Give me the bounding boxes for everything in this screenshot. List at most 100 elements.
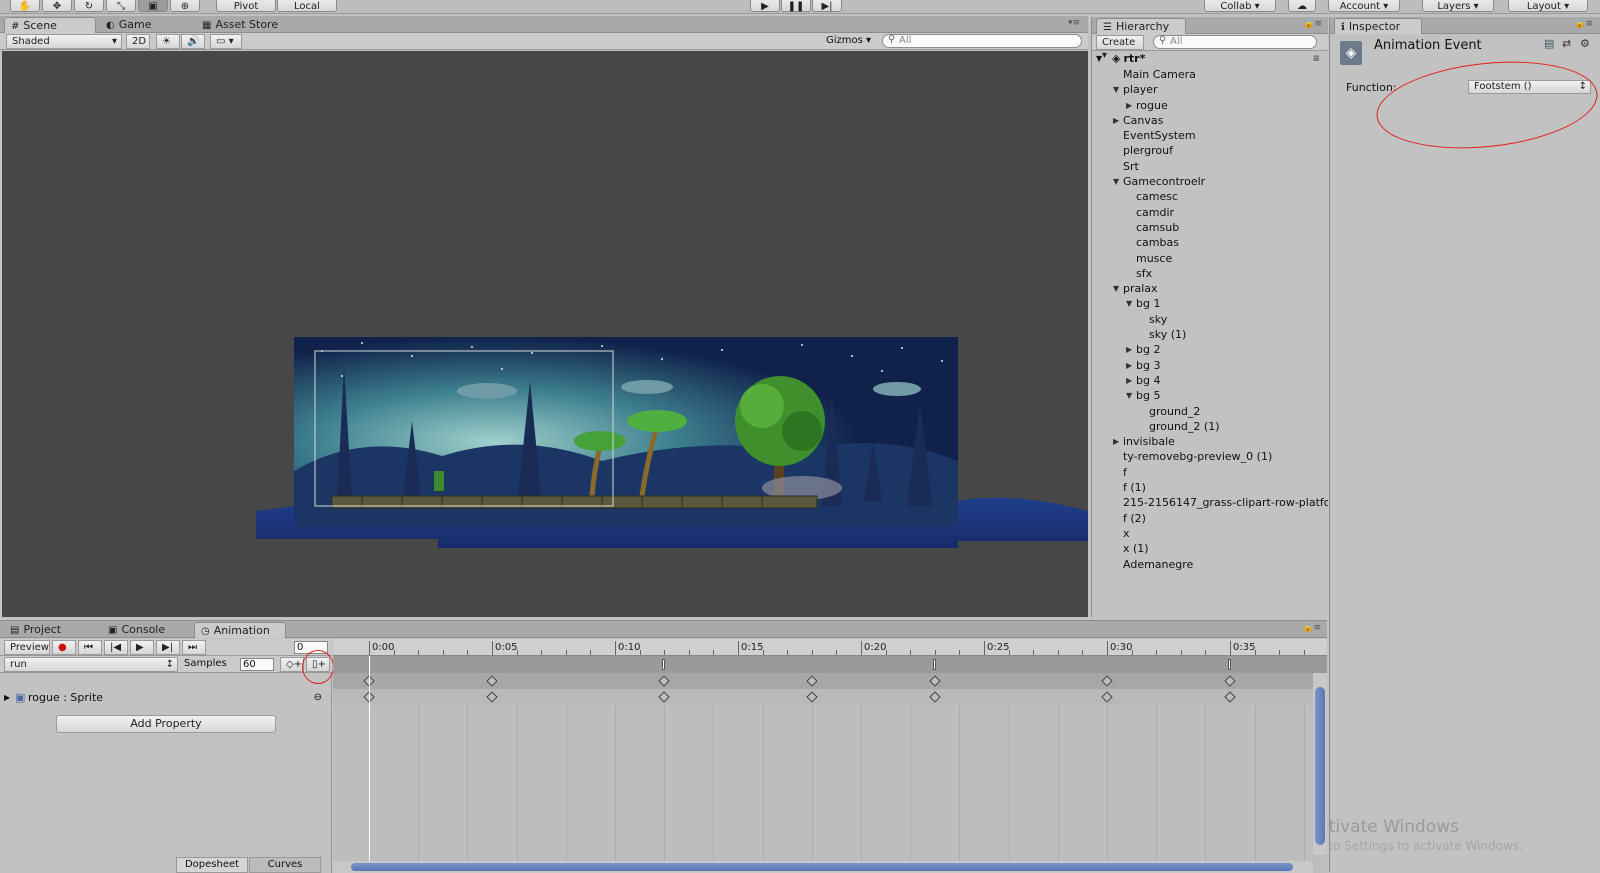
hierarchy-item[interactable]: ▼ bg 1	[1092, 296, 1328, 311]
layers-dropdown[interactable]: Layers ▾	[1422, 0, 1494, 12]
next-key-button[interactable]: ▶|	[156, 640, 180, 655]
event-row[interactable]	[333, 656, 1327, 673]
hierarchy-item[interactable]: ▶ rogue	[1092, 98, 1328, 113]
property-menu-icon[interactable]: ⊖	[314, 690, 322, 706]
hierarchy-item[interactable]: ▼ player	[1092, 82, 1328, 97]
vertical-scrollbar-thumb[interactable]	[1315, 687, 1325, 845]
hierarchy-item[interactable]: f (2)	[1092, 511, 1328, 526]
time-ruler[interactable]: 0:00 0:05 0:10 0:15 0:20 0:25 0:30 0:35	[333, 639, 1327, 656]
panel-menu-icon[interactable]: ▾≡	[1068, 18, 1080, 28]
play-button[interactable]: ▶	[750, 0, 780, 12]
hierarchy-item[interactable]: ▶ invisibale	[1092, 434, 1328, 449]
hierarchy-item[interactable]: x	[1092, 526, 1328, 541]
hierarchy-item[interactable]: sfx	[1092, 266, 1328, 281]
hierarchy-item[interactable]: EventSystem	[1092, 128, 1328, 143]
hierarchy-item[interactable]: ground_2 (1)	[1092, 419, 1328, 434]
help-book-icon[interactable]: ▤	[1544, 37, 1554, 50]
rotate-tool-button[interactable]: ↻	[74, 0, 104, 12]
hierarchy-item[interactable]: Srt	[1092, 159, 1328, 174]
effects-dropdown[interactable]: ▭ ▾	[210, 34, 242, 49]
transform-tool-button[interactable]: ⊕	[170, 0, 200, 12]
animation-event-marker[interactable]	[662, 659, 666, 670]
hierarchy-item[interactable]: ▼ bg 5	[1092, 388, 1328, 403]
function-dropdown[interactable]: Footstem () ↕	[1468, 80, 1591, 94]
expand-right-icon[interactable]: ▶	[1126, 342, 1132, 357]
hierarchy-item[interactable]: musce	[1092, 251, 1328, 266]
tab-console[interactable]: ▣ Console	[102, 622, 190, 638]
hierarchy-item[interactable]: ▶ Canvas	[1092, 113, 1328, 128]
pause-button[interactable]: ❚❚	[781, 0, 811, 12]
gear-icon[interactable]: ⚙	[1580, 37, 1590, 50]
lock-icon[interactable]: 🔒≡	[1303, 19, 1322, 29]
timeline[interactable]: 0:00 0:05 0:10 0:15 0:20 0:25 0:30 0:35	[333, 639, 1327, 873]
hierarchy-item[interactable]: ▶ bg 2	[1092, 342, 1328, 357]
frame-input[interactable]: 0	[294, 641, 328, 654]
hand-tool-button[interactable]: ✋	[10, 0, 40, 12]
tab-inspector[interactable]: ℹ Inspector	[1334, 18, 1422, 34]
expand-down-icon[interactable]: ▼	[1113, 281, 1119, 296]
expand-down-icon[interactable]: ▼	[1126, 296, 1132, 311]
hierarchy-item[interactable]: camdir	[1092, 205, 1328, 220]
hierarchy-item[interactable]: 215-2156147_grass-clipart-row-platfo	[1092, 495, 1328, 510]
hierarchy-item[interactable]: x (1)	[1092, 541, 1328, 556]
rect-tool-button[interactable]: ▣	[138, 0, 168, 12]
gizmos-dropdown[interactable]: Gizmos ▾	[826, 35, 871, 46]
tab-game[interactable]: ◐ Game	[100, 17, 192, 33]
playhead[interactable]	[369, 656, 370, 873]
expand-right-icon[interactable]: ▶	[1126, 373, 1132, 388]
scene-view[interactable]	[2, 51, 1088, 617]
tab-project[interactable]: ▤ Project	[4, 622, 96, 638]
expand-right-icon[interactable]: ▶	[1113, 113, 1119, 128]
shading-dropdown[interactable]: Shaded ▾	[6, 34, 122, 49]
scene-root-row[interactable]: ▼ ◈ rtr* ≡	[1092, 51, 1328, 67]
dopesheet-tab[interactable]: Dopesheet	[176, 857, 248, 873]
preview-toggle[interactable]: Preview	[4, 640, 50, 655]
hierarchy-item[interactable]: plergrouf	[1092, 143, 1328, 158]
vertical-scrollbar[interactable]	[1313, 673, 1327, 855]
scene-menu-icon[interactable]: ≡	[1312, 51, 1320, 67]
play-anim-button[interactable]: ▶	[130, 640, 154, 655]
hierarchy-item[interactable]: sky	[1092, 312, 1328, 327]
tab-animation[interactable]: ◷ Animation	[194, 622, 286, 638]
local-button[interactable]: Local	[277, 0, 337, 12]
hierarchy-item[interactable]: ▼ pralax	[1092, 281, 1328, 296]
hierarchy-item[interactable]: Main Camera	[1092, 67, 1328, 82]
collab-button[interactable]: Collab ▾	[1204, 0, 1276, 12]
lighting-toggle[interactable]: ☀	[156, 34, 180, 49]
hierarchy-item[interactable]: f (1)	[1092, 480, 1328, 495]
hierarchy-search-input[interactable]: All	[1153, 35, 1317, 49]
curves-tab[interactable]: Curves	[249, 857, 321, 873]
scene-search-input[interactable]: All	[882, 34, 1082, 48]
mode-2d-toggle[interactable]: 2D	[126, 34, 150, 49]
create-dropdown[interactable]: Create ▾	[1096, 35, 1144, 61]
horizontal-scrollbar-thumb[interactable]	[351, 863, 1293, 871]
summary-keyframe-row[interactable]	[333, 673, 1313, 689]
add-event-button[interactable]: ▯+	[306, 657, 330, 672]
first-key-button[interactable]: ⏮	[78, 640, 102, 655]
expand-down-icon[interactable]: ▼	[1113, 82, 1119, 97]
inspector-lock-icon[interactable]: 🔒≡	[1574, 19, 1593, 29]
hierarchy-item[interactable]: ▶ bg 3	[1092, 358, 1328, 373]
hierarchy-item[interactable]: sky (1)	[1092, 327, 1328, 342]
sprite-keyframe-row[interactable]	[333, 689, 1313, 705]
step-button[interactable]: ▶|	[812, 0, 842, 12]
add-keyframe-button[interactable]: ◇+	[280, 657, 304, 672]
tab-scene[interactable]: # Scene	[4, 17, 96, 33]
hierarchy-item[interactable]: ▼ Gamecontroelr	[1092, 174, 1328, 189]
tab-asset-store[interactable]: ▦ Asset Store	[196, 17, 296, 33]
expand-right-icon[interactable]: ▶	[1113, 434, 1119, 449]
record-button[interactable]: ●	[52, 640, 76, 655]
prev-key-button[interactable]: |◀	[104, 640, 128, 655]
tab-hierarchy[interactable]: ☰ Hierarchy	[1096, 18, 1186, 34]
account-dropdown[interactable]: Account ▾	[1328, 0, 1400, 12]
hierarchy-item[interactable]: ground_2	[1092, 404, 1328, 419]
clip-dropdown[interactable]: run ↕	[4, 657, 178, 672]
add-property-button[interactable]: Add Property	[56, 715, 276, 733]
expand-right-icon[interactable]: ▶	[1126, 98, 1132, 113]
last-key-button[interactable]: ⏭	[182, 640, 206, 655]
animation-event-marker[interactable]	[1228, 659, 1231, 670]
horizontal-scrollbar[interactable]	[333, 861, 1313, 873]
property-row[interactable]: ▶ ▣ rogue : Sprite ⊖	[0, 690, 332, 706]
animation-event-marker[interactable]	[932, 659, 936, 670]
pivot-button[interactable]: Pivot	[216, 0, 276, 12]
